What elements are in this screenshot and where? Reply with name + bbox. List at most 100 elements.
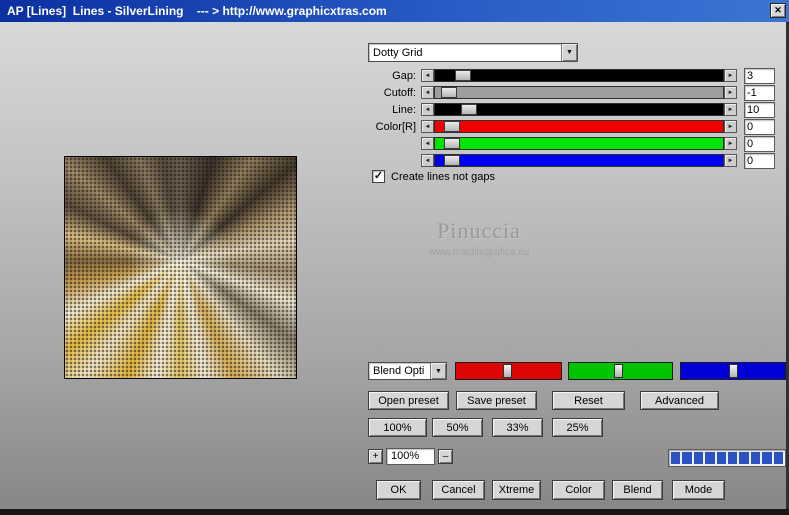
slider-decrement-icon[interactable]: ◄ <box>421 137 434 150</box>
blend-options-dropdown[interactable]: Blend Opti ▼ <box>368 362 447 380</box>
slider-decrement-icon[interactable]: ◄ <box>421 69 434 82</box>
red-channel-slider-thumb[interactable] <box>503 364 513 378</box>
title-bar[interactable]: AP [Lines] Lines - SilverLining --- > ht… <box>0 0 789 22</box>
slider-increment-icon[interactable]: ► <box>724 120 737 133</box>
close-icon: ✕ <box>774 5 782 15</box>
check-icon: ✓ <box>373 170 384 182</box>
color-g-slider-thumb[interactable] <box>443 138 460 149</box>
progress-segment <box>671 452 681 464</box>
reset-button[interactable]: Reset <box>552 391 625 410</box>
blue-channel-slider[interactable] <box>680 362 786 380</box>
advanced-button[interactable]: Advanced <box>640 391 719 410</box>
progress-segment <box>750 452 761 464</box>
slider-decrement-icon[interactable]: ◄ <box>421 120 434 133</box>
slider-decrement-icon[interactable]: ◄ <box>421 103 434 116</box>
watermark-name: Pinuccia <box>437 218 521 243</box>
watermark-url: www.maidiregrafica.eu <box>428 247 530 258</box>
slider-row-cutoff: Cutoff: ◄ ► <box>0 85 789 101</box>
red-channel-slider[interactable] <box>455 362 562 380</box>
zoom-out-button[interactable]: – <box>438 449 453 464</box>
progress-segment <box>682 452 692 464</box>
blend-button[interactable]: Blend <box>612 480 663 500</box>
color-g-value-input[interactable] <box>744 136 775 152</box>
zoom-25-button[interactable]: 25% <box>552 418 603 437</box>
slider-row-line: Line: ◄ ► <box>0 102 789 118</box>
slider-increment-icon[interactable]: ► <box>724 86 737 99</box>
color-g-slider-track[interactable] <box>434 137 724 150</box>
color-b-slider[interactable]: ◄ ► <box>421 154 737 167</box>
slider-row-gap: Gap: ◄ ► <box>0 68 789 84</box>
gap-label: Gap: <box>392 70 416 82</box>
window-title: AP [Lines] Lines - SilverLining --- > ht… <box>7 4 387 18</box>
line-label: Line: <box>392 104 416 116</box>
green-channel-slider-thumb[interactable] <box>614 364 624 378</box>
cutoff-slider-thumb[interactable] <box>440 87 457 98</box>
cutoff-slider[interactable]: ◄ ► <box>421 86 737 99</box>
blend-options-value: Blend Opti <box>373 365 425 377</box>
progress-bar <box>668 449 786 467</box>
cutoff-slider-track[interactable] <box>434 86 724 99</box>
create-lines-checkbox-label: Create lines not gaps <box>391 170 495 183</box>
color-r-slider-thumb[interactable] <box>443 121 460 132</box>
progress-segment <box>716 452 727 464</box>
color-r-slider[interactable]: ◄ ► <box>421 120 737 133</box>
gap-slider-thumb[interactable] <box>455 70 472 81</box>
color-r-slider-track[interactable] <box>434 120 724 133</box>
window-bottom-edge <box>0 509 789 515</box>
chevron-down-icon[interactable]: ▼ <box>561 44 577 61</box>
gap-value-input[interactable] <box>744 68 775 84</box>
slider-increment-icon[interactable]: ► <box>724 69 737 82</box>
slider-row-color-g: ◄ ► <box>0 136 789 152</box>
effect-preset-value: Dotty Grid <box>373 46 423 59</box>
color-g-slider[interactable]: ◄ ► <box>421 137 737 150</box>
slider-increment-icon[interactable]: ► <box>724 154 737 167</box>
line-slider[interactable]: ◄ ► <box>421 103 737 116</box>
slider-row-color-b: ◄ ► <box>0 153 789 169</box>
color-b-slider-thumb[interactable] <box>443 155 460 166</box>
filter-preview-image[interactable] <box>64 156 297 379</box>
zoom-100-button[interactable]: 100% <box>368 418 427 437</box>
progress-segment <box>693 452 704 464</box>
slider-decrement-icon[interactable]: ◄ <box>421 154 434 167</box>
zoom-level-value: 100% <box>386 448 435 465</box>
save-preset-button[interactable]: Save preset <box>456 391 537 410</box>
zoom-50-button[interactable]: 50% <box>432 418 483 437</box>
gap-slider-track[interactable] <box>434 69 724 82</box>
color-r-label: Color[R] <box>375 121 416 133</box>
watermark: Pinuccia www.maidiregrafica.eu <box>368 218 590 258</box>
progress-segment <box>762 452 772 464</box>
slider-increment-icon[interactable]: ► <box>724 103 737 116</box>
color-r-value-input[interactable] <box>744 119 775 135</box>
blue-channel-slider-thumb[interactable] <box>728 364 738 378</box>
plugin-dialog-window: AP [Lines] Lines - SilverLining --- > ht… <box>0 0 789 515</box>
slider-decrement-icon[interactable]: ◄ <box>421 86 434 99</box>
progress-segment <box>705 452 715 464</box>
create-lines-checkbox-row: ✓ Create lines not gaps <box>372 170 495 183</box>
close-button[interactable]: ✕ <box>770 3 786 18</box>
open-preset-button[interactable]: Open preset <box>368 391 449 410</box>
zoom-33-button[interactable]: 33% <box>492 418 543 437</box>
xtreme-button[interactable]: Xtreme <box>492 480 541 500</box>
progress-segment <box>728 452 738 464</box>
cutoff-label: Cutoff: <box>383 87 416 99</box>
chevron-down-icon[interactable]: ▼ <box>430 363 446 379</box>
line-value-input[interactable] <box>744 102 775 118</box>
cutoff-value-input[interactable] <box>744 85 775 101</box>
zoom-in-button[interactable]: + <box>368 449 383 464</box>
cancel-button[interactable]: Cancel <box>432 480 485 500</box>
color-b-slider-track[interactable] <box>434 154 724 167</box>
progress-segment <box>739 452 749 464</box>
ok-button[interactable]: OK <box>376 480 421 500</box>
create-lines-checkbox[interactable]: ✓ <box>372 170 385 183</box>
gap-slider[interactable]: ◄ ► <box>421 69 737 82</box>
mode-button[interactable]: Mode <box>672 480 725 500</box>
color-button[interactable]: Color <box>552 480 605 500</box>
color-b-value-input[interactable] <box>744 153 775 169</box>
line-slider-track[interactable] <box>434 103 724 116</box>
progress-segment <box>773 452 784 464</box>
effect-preset-dropdown[interactable]: Dotty Grid ▼ <box>368 43 578 62</box>
slider-increment-icon[interactable]: ► <box>724 137 737 150</box>
line-slider-thumb[interactable] <box>460 104 477 115</box>
slider-row-color-r: Color[R] ◄ ► <box>0 119 789 135</box>
green-channel-slider[interactable] <box>568 362 673 380</box>
